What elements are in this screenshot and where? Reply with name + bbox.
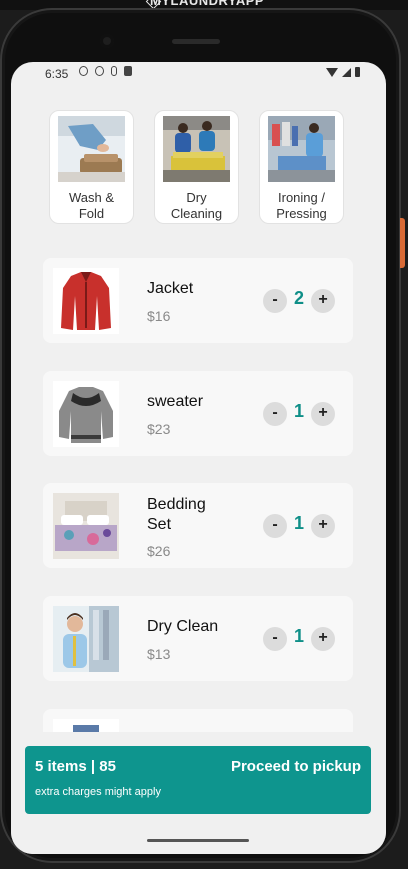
- item-name: Dry Clean: [147, 618, 219, 635]
- proceed-label: Proceed to pickup: [230, 758, 361, 775]
- jacket-image: [53, 268, 119, 334]
- shield-icon: [95, 66, 104, 76]
- signal-icon: [342, 67, 351, 77]
- item-name: Jacket: [147, 280, 194, 297]
- increment-button[interactable]: +: [311, 514, 335, 538]
- earpiece-speaker: [172, 39, 220, 44]
- quantity-value: 1: [293, 401, 304, 421]
- increment-button[interactable]: +: [311, 402, 335, 426]
- list-item-bedding-set[interactable]: Bedding Set $26 - 1 +: [43, 483, 353, 568]
- extra-charges-note: extra charges might apply: [35, 786, 161, 798]
- app-screen: 6:35 Wash & Fold Dry Cleaning Ironing / …: [11, 62, 386, 854]
- home-indicator[interactable]: [147, 839, 249, 842]
- service-label: Wash & Fold: [68, 190, 115, 221]
- ironing-pressing-image: [268, 116, 335, 182]
- cart-summary: 5 items | 85: [35, 758, 116, 775]
- wash-fold-image: [58, 116, 125, 182]
- service-label: Dry Cleaning: [170, 190, 223, 221]
- list-item-jacket[interactable]: Jacket $16 - 2 +: [43, 258, 353, 343]
- wifi-icon: [326, 67, 338, 77]
- item-price: $16: [147, 308, 171, 324]
- window-title: MYLAUNDRYAPP: [150, 0, 265, 8]
- service-label: Ironing / Pressing: [276, 190, 327, 221]
- service-dry-cleaning[interactable]: Dry Cleaning: [154, 110, 239, 224]
- service-wash-fold[interactable]: Wash & Fold: [49, 110, 134, 224]
- increment-button[interactable]: +: [311, 627, 335, 651]
- decrement-button[interactable]: -: [263, 289, 287, 313]
- quantity-value: 1: [293, 626, 304, 646]
- item-price: $23: [147, 421, 171, 437]
- list-item-dry-clean[interactable]: Dry Clean $13 - 1 +: [43, 596, 353, 681]
- quantity-value: 2: [293, 288, 304, 308]
- front-camera-icon: [100, 34, 114, 48]
- phone-frame: 6:35 Wash & Fold Dry Cleaning Ironing / …: [0, 8, 405, 863]
- decrement-button[interactable]: -: [263, 402, 287, 426]
- sd-card-icon: [124, 66, 132, 76]
- proceed-to-pickup-button[interactable]: 5 items | 85 Proceed to pickup extra cha…: [25, 746, 371, 814]
- quantity-value: 1: [293, 513, 304, 533]
- item-price: $13: [147, 646, 171, 662]
- service-ironing-pressing[interactable]: Ironing / Pressing: [259, 110, 344, 224]
- status-time: 6:35: [45, 67, 69, 81]
- power-button: [400, 218, 405, 268]
- list-item-sweater[interactable]: sweater $23 - 1 +: [43, 371, 353, 456]
- status-bar: 6:35: [11, 62, 386, 86]
- item-name: Bedding Set: [147, 496, 206, 533]
- bedding-set-image: [53, 493, 119, 559]
- dry-clean-image: [53, 606, 119, 672]
- info-icon: [79, 66, 88, 76]
- decrement-button[interactable]: -: [263, 514, 287, 538]
- sweater-image: [53, 381, 119, 447]
- increment-button[interactable]: +: [311, 289, 335, 313]
- dry-cleaning-image: [163, 116, 230, 182]
- decrement-button[interactable]: -: [263, 627, 287, 651]
- usb-icon: [111, 66, 117, 76]
- item-price: $26: [147, 543, 171, 559]
- battery-icon: [355, 67, 360, 77]
- item-name: sweater: [147, 393, 204, 410]
